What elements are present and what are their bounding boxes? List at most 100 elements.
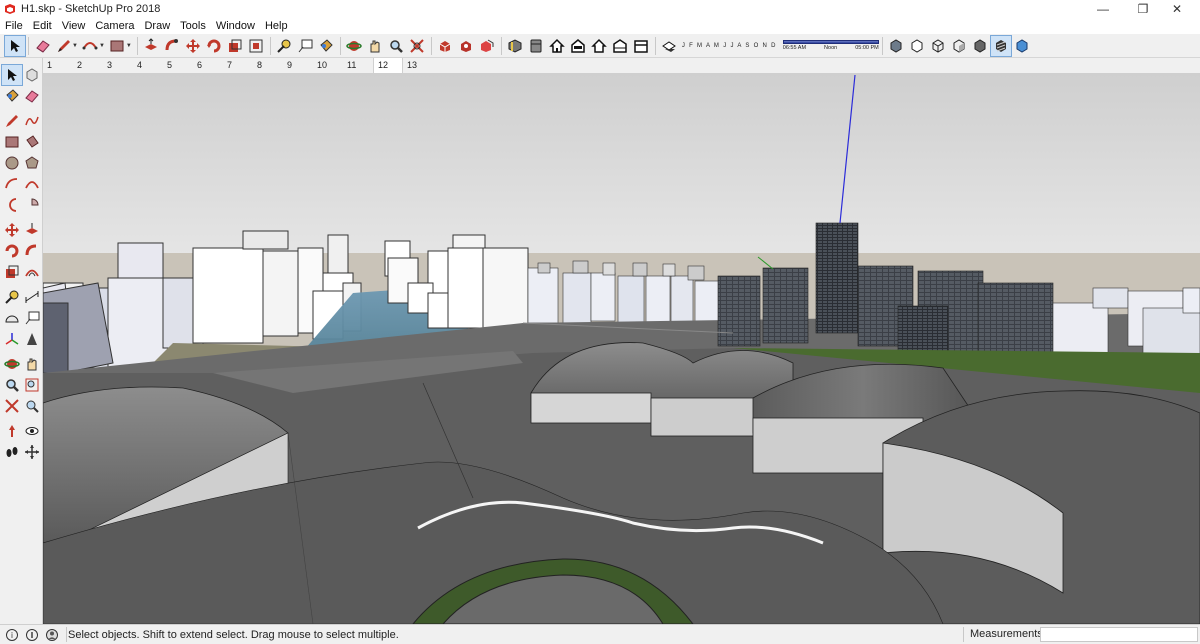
lt-arc-button[interactable] — [2, 174, 22, 194]
front-view-button[interactable] — [568, 36, 588, 56]
monochrome-button[interactable] — [1012, 36, 1032, 56]
scale-tool-button[interactable] — [225, 36, 245, 56]
orbit-tool-button[interactable] — [344, 36, 364, 56]
menu-tools[interactable]: Tools — [175, 18, 211, 34]
back-view-button[interactable] — [610, 36, 630, 56]
user-account-button[interactable] — [44, 627, 60, 643]
tape-measure-tool-button[interactable] — [274, 36, 294, 56]
scene-tab-9[interactable]: 9 — [283, 58, 313, 73]
scene-tab-8[interactable]: 8 — [253, 58, 283, 73]
arc-tool-button[interactable] — [80, 36, 100, 56]
geo-location-button[interactable]: i — [4, 627, 20, 643]
lt-circle-button[interactable] — [2, 153, 22, 173]
lt-rectangle-button[interactable] — [2, 132, 22, 152]
scene-tab-11[interactable]: 11 — [343, 58, 373, 73]
offset-tool-button[interactable] — [246, 36, 266, 56]
arc-dropdown-icon[interactable]: ▼ — [99, 43, 105, 49]
shadow-time-bar[interactable] — [782, 40, 879, 44]
pencil-dropdown-icon[interactable]: ▼ — [72, 43, 78, 49]
lt-3d-text-button[interactable] — [22, 329, 42, 349]
lt-select-button[interactable] — [1, 63, 23, 86]
lt-dimension-button[interactable] — [22, 287, 42, 307]
lt-pie-button[interactable] — [22, 195, 42, 215]
lt-section-plane-button[interactable] — [22, 442, 42, 462]
measurements-input[interactable] — [1040, 627, 1198, 642]
hidden-line-button[interactable] — [949, 36, 969, 56]
wireframe-button[interactable] — [928, 36, 948, 56]
shaded-textures-button[interactable] — [990, 34, 1013, 57]
lt-pan-button[interactable] — [22, 354, 42, 374]
lt-look-around-button[interactable] — [22, 421, 42, 441]
menu-window[interactable]: Window — [211, 18, 260, 34]
lt-rotated-rectangle-button[interactable] — [22, 132, 42, 152]
lt-3pt-arc-button[interactable] — [2, 195, 22, 215]
warehouse-button[interactable] — [435, 36, 455, 56]
scene-tab-5[interactable]: 5 — [163, 58, 193, 73]
scene-tab-12[interactable]: 12 — [373, 58, 403, 73]
menu-draw[interactable]: Draw — [139, 18, 175, 34]
scene-canvas[interactable] — [43, 73, 1200, 624]
menu-view[interactable]: View — [57, 18, 91, 34]
lt-zoom-window-button[interactable] — [22, 375, 42, 395]
select-tool-button[interactable] — [3, 34, 26, 57]
zoom-tool-button[interactable] — [386, 36, 406, 56]
scene-tab-6[interactable]: 6 — [193, 58, 223, 73]
xray-button[interactable] — [886, 36, 906, 56]
menu-edit[interactable]: Edit — [28, 18, 57, 34]
follow-me-tool-button[interactable] — [162, 36, 182, 56]
lt-make-component-button[interactable] — [22, 65, 42, 85]
extension-warehouse-button[interactable] — [456, 36, 476, 56]
menu-camera[interactable]: Camera — [90, 18, 139, 34]
lt-text-button[interactable] — [22, 308, 42, 328]
lt-protractor-button[interactable] — [2, 308, 22, 328]
lt-freehand-button[interactable] — [22, 111, 42, 131]
menu-file[interactable]: File — [0, 18, 28, 34]
shapes-dropdown-icon[interactable]: ▼ — [126, 43, 132, 49]
back-edges-button[interactable] — [907, 36, 927, 56]
lt-tape-measure-button[interactable] — [2, 287, 22, 307]
scene-tab-4[interactable]: 4 — [133, 58, 163, 73]
scene-tab-10[interactable]: 10 — [313, 58, 343, 73]
scene-tab-1[interactable]: 1 — [43, 58, 73, 73]
lt-eraser-button[interactable] — [22, 86, 42, 106]
push-pull-tool-button[interactable] — [141, 36, 161, 56]
rotate-tool-button[interactable] — [204, 36, 224, 56]
text-tool-button[interactable] — [295, 36, 315, 56]
pan-tool-button[interactable] — [365, 36, 385, 56]
lt-rotate-button[interactable] — [2, 241, 22, 261]
rectangle-tool-button[interactable] — [107, 36, 127, 56]
lt-previous-view-button[interactable] — [22, 396, 42, 416]
menu-help[interactable]: Help — [260, 18, 293, 34]
lt-line-button[interactable] — [2, 111, 22, 131]
right-view-button[interactable] — [589, 36, 609, 56]
close-button[interactable]: ✕ — [1154, 0, 1200, 18]
lt-paint-bucket-button[interactable] — [2, 86, 22, 106]
lt-offset-button[interactable] — [22, 262, 42, 282]
lt-scale-button[interactable] — [2, 262, 22, 282]
lt-axes-button[interactable] — [2, 329, 22, 349]
lt-zoom-extents-button[interactable] — [2, 396, 22, 416]
left-view-button[interactable] — [631, 36, 651, 56]
move-tool-button[interactable] — [183, 36, 203, 56]
components-button[interactable] — [477, 36, 497, 56]
paint-bucket-tool-button[interactable] — [316, 36, 336, 56]
lt-zoom-button[interactable] — [2, 375, 22, 395]
top-view-button[interactable] — [547, 36, 567, 56]
shaded-button[interactable] — [970, 36, 990, 56]
lt-follow-me-button[interactable] — [22, 241, 42, 261]
scene-tab-7[interactable]: 7 — [223, 58, 253, 73]
pencil-tool-button[interactable] — [54, 36, 74, 56]
iso-view-button[interactable] — [526, 36, 546, 56]
section-plane-button[interactable] — [505, 36, 525, 56]
lt-push-pull-button[interactable] — [22, 220, 42, 240]
lt-walk-button[interactable] — [2, 442, 22, 462]
lt-2pt-arc-button[interactable] — [22, 174, 42, 194]
shadow-month-slider[interactable]: J F M A M J J A S O N D — [682, 43, 777, 49]
model-viewport[interactable] — [43, 73, 1200, 624]
credits-button[interactable] — [24, 627, 40, 643]
scene-tab-2[interactable]: 2 — [73, 58, 103, 73]
scene-tab-3[interactable]: 3 — [103, 58, 133, 73]
lt-polygon-button[interactable] — [22, 153, 42, 173]
lt-move-button[interactable] — [2, 220, 22, 240]
scene-tab-13[interactable]: 13 — [403, 58, 433, 73]
